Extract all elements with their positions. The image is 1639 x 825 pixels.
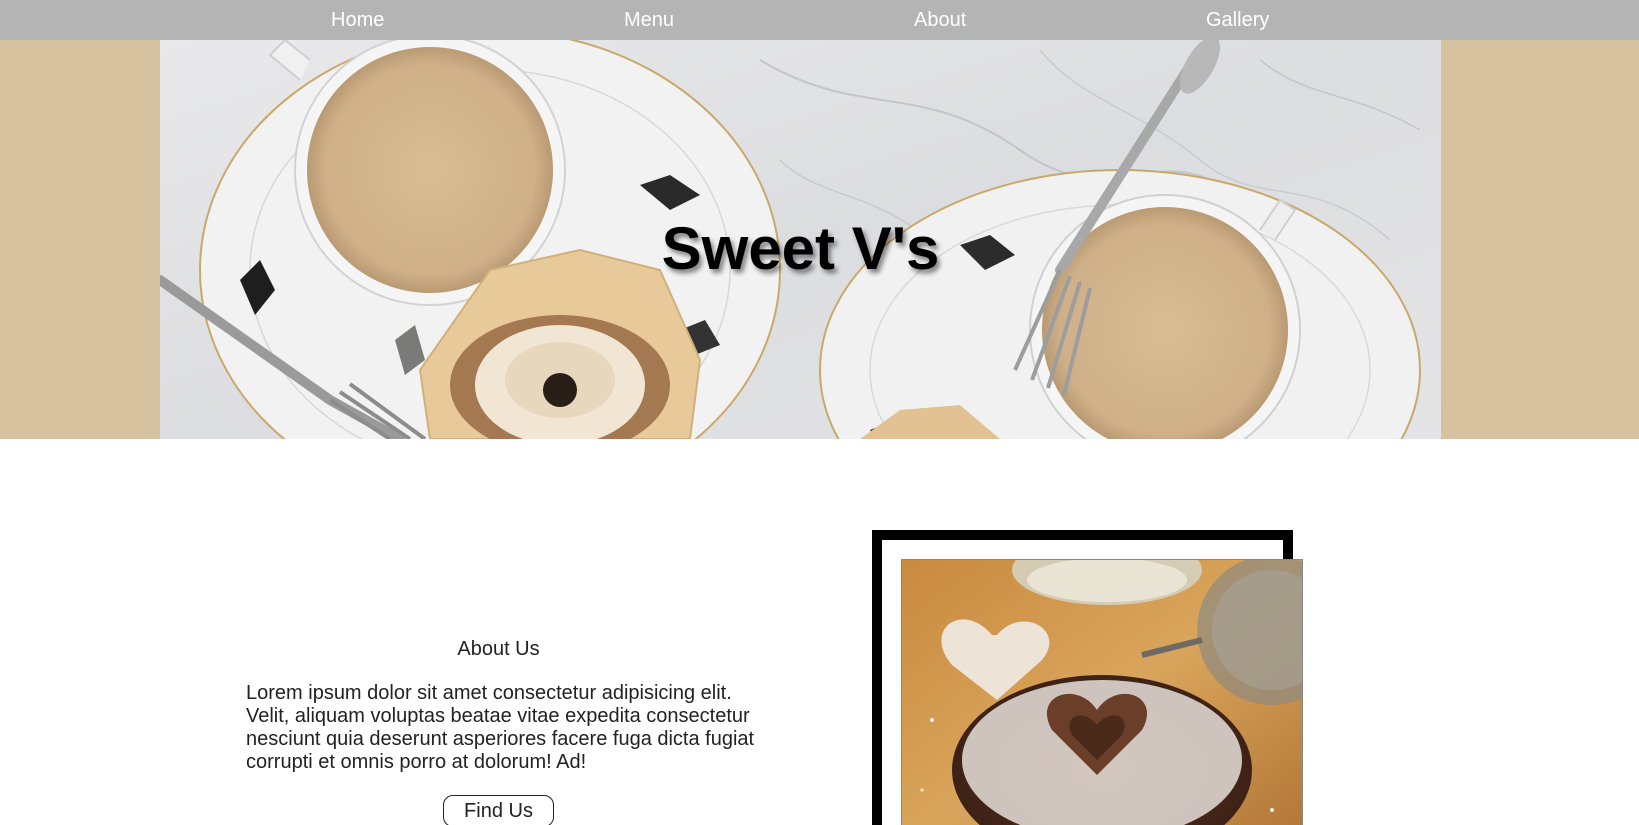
nav-link-menu[interactable]: Menu [624, 0, 674, 40]
site-title: Sweet V's [661, 215, 940, 282]
find-us-button[interactable]: Find Us [443, 795, 554, 825]
nav-link-about[interactable]: About [914, 0, 966, 40]
nav-link-home[interactable]: Home [331, 0, 384, 40]
top-nav: Home Menu About Gallery [0, 0, 1639, 40]
about-text: Lorem ipsum dolor sit amet consectetur a… [246, 682, 755, 773]
nav-link-gallery[interactable]: Gallery [1206, 0, 1269, 40]
cake-photo [901, 559, 1303, 825]
about-heading: About Us [457, 638, 540, 660]
